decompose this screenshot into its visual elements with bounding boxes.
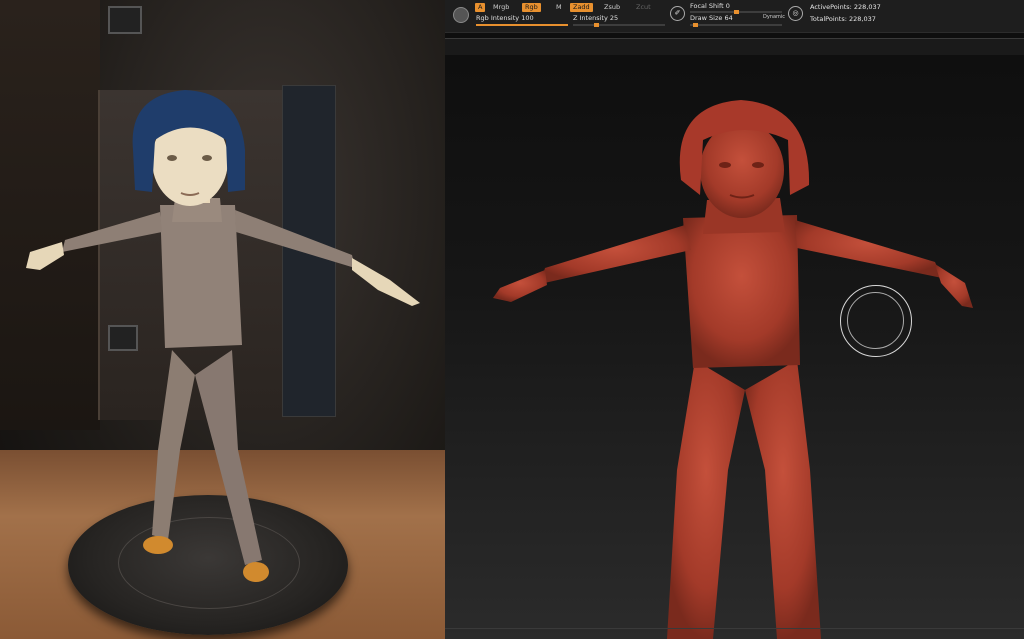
puppet-figure [26,90,420,582]
zbrush-viewport-panel: A Mrgb Rgb M Zadd Zsub Zcut Rgb Intensit… [445,0,1024,639]
brush-cursor [840,285,912,357]
puppet-photo [0,0,445,639]
sculpted-figure[interactable] [445,0,1024,639]
viewport-bottom-edge [445,628,1024,629]
